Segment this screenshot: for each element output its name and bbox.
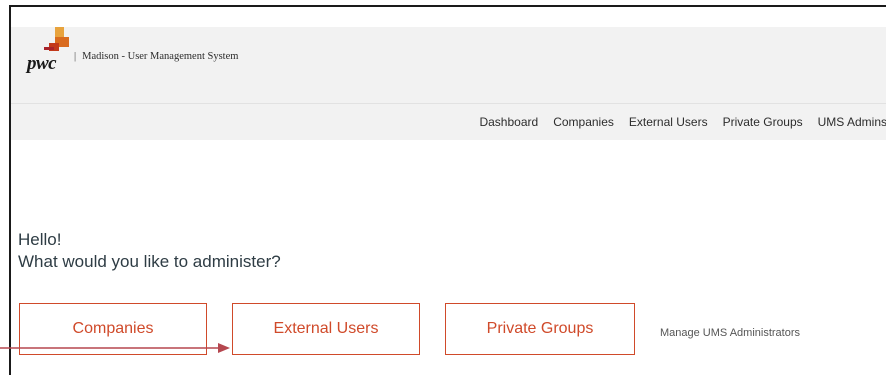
annotation-arrow-icon [0,343,230,353]
